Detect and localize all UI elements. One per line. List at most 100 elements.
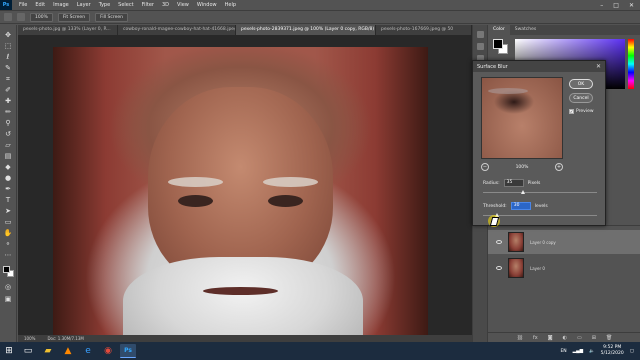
scroll-all-icon[interactable]	[17, 13, 25, 21]
link-icon[interactable]: ⛓	[517, 335, 523, 341]
hue-slider[interactable]	[628, 39, 634, 89]
fit-screen-button[interactable]: Fit Screen	[57, 12, 91, 22]
ok-button[interactable]: OK	[569, 79, 593, 89]
mask-icon[interactable]: ◙	[548, 335, 553, 341]
file-explorer-icon[interactable]: ▰	[40, 344, 56, 358]
screen-mode-icon[interactable]: ▣	[3, 295, 13, 303]
minimize-button[interactable]: –	[600, 2, 603, 9]
cancel-button[interactable]: Cancel	[569, 93, 593, 103]
task-view-icon[interactable]: ▭	[20, 344, 36, 358]
threshold-input[interactable]: 30	[510, 202, 531, 210]
brush-tool-icon[interactable]: ✏	[3, 108, 13, 116]
type-tool-icon[interactable]: T	[3, 196, 13, 204]
panel-toggle-icon[interactable]	[477, 31, 484, 38]
zoom-out-icon[interactable]: −	[481, 163, 489, 171]
visibility-eye-icon[interactable]	[496, 240, 502, 244]
radius-input[interactable]: 35	[503, 179, 524, 187]
notifications-icon[interactable]: ▢	[630, 349, 634, 354]
tray-network-icon[interactable]: ▂▄▆	[573, 349, 583, 354]
radius-slider-knob[interactable]	[520, 190, 525, 194]
trash-icon[interactable]: 🗑	[606, 335, 612, 341]
menu-view[interactable]: View	[173, 2, 193, 8]
history-brush-tool-icon[interactable]: ↺	[3, 130, 13, 138]
eyedropper-tool-icon[interactable]: ✐	[3, 86, 13, 94]
preview-checkbox[interactable]: ✓	[569, 109, 574, 114]
menu-layer[interactable]: Layer	[73, 2, 95, 8]
language-indicator[interactable]: EN	[560, 349, 566, 354]
photoshop-taskbar-icon[interactable]: Ps	[120, 344, 136, 358]
preview-eyebrow	[488, 88, 528, 94]
visibility-eye-icon[interactable]	[496, 266, 502, 270]
dodge-tool-icon[interactable]: ●	[3, 174, 13, 182]
close-button[interactable]: ✕	[629, 2, 634, 9]
path-selection-tool-icon[interactable]: ➤	[3, 207, 13, 215]
fx-icon[interactable]: fx	[533, 335, 538, 341]
layer-row[interactable]: Layer 0	[488, 256, 640, 280]
hand-tool-icon[interactable]	[4, 13, 12, 21]
radius-slider[interactable]	[483, 190, 597, 194]
tab-cowboy[interactable]: cowboy-ronald-magee-cowboy-hat-hat-41668…	[118, 25, 236, 35]
dialog-titlebar[interactable]: Surface Blur ✕	[473, 61, 605, 72]
document-canvas[interactable]	[18, 35, 472, 335]
menu-image[interactable]: Image	[49, 2, 73, 8]
tray-volume-icon[interactable]: 🔈	[589, 349, 595, 354]
left-eyebrow	[168, 177, 223, 187]
threshold-slider[interactable]	[483, 213, 597, 217]
history-panel-icon[interactable]	[477, 43, 484, 50]
menu-window[interactable]: Window	[193, 2, 221, 8]
tab-color[interactable]: Color	[488, 25, 510, 35]
menu-select[interactable]: Select	[114, 2, 137, 8]
filter-preview[interactable]	[481, 77, 563, 159]
vlc-icon[interactable]: ▲	[60, 344, 76, 358]
gradient-tool-icon[interactable]: ▤	[3, 152, 13, 160]
quick-select-tool-icon[interactable]: ✎	[3, 64, 13, 72]
move-tool-icon[interactable]: ✥	[3, 31, 13, 39]
portrait-image[interactable]	[53, 47, 428, 335]
pen-tool-icon[interactable]: ✒	[3, 185, 13, 193]
menu-3d[interactable]: 3D	[158, 2, 173, 8]
clone-stamp-tool-icon[interactable]: ⚲	[3, 119, 13, 127]
chrome-icon[interactable]: ◉	[100, 344, 116, 358]
zoom-value-field[interactable]: 100%	[30, 12, 53, 22]
menu-type[interactable]: Type	[95, 2, 114, 8]
tab-swatches[interactable]: Swatches	[510, 25, 542, 35]
windows-start-icon[interactable]: ⊞	[0, 342, 18, 360]
crop-tool-icon[interactable]: ⌗	[3, 75, 13, 83]
menu-file[interactable]: File	[15, 2, 31, 8]
more-tools-icon[interactable]: ⋯	[3, 251, 13, 259]
blur-tool-icon[interactable]: ◆	[3, 163, 13, 171]
menu-edit[interactable]: Edit	[31, 2, 49, 8]
eraser-tool-icon[interactable]: ▱	[3, 141, 13, 149]
menu-help[interactable]: Help	[221, 2, 240, 8]
threshold-unit: levels	[534, 203, 548, 209]
shape-tool-icon[interactable]: ▭	[3, 218, 13, 226]
zoom-tool-icon[interactable]: ⚬	[3, 240, 13, 248]
tab-pexels-photo-2839371[interactable]: pexels-photo-2839371.jpeg @ 100% (Layer …	[236, 25, 376, 35]
preview-zoom-level: 100%	[515, 164, 529, 170]
fill-screen-button[interactable]: Fill Screen	[95, 12, 128, 22]
layer-name[interactable]: Layer 0	[530, 266, 545, 271]
maximize-button[interactable]: □	[613, 2, 619, 9]
dialog-close-icon[interactable]: ✕	[596, 63, 601, 70]
foreground-color-swatch[interactable]	[3, 266, 10, 273]
adjustment-icon[interactable]: ◐	[563, 335, 567, 341]
folder-icon[interactable]: ▭	[577, 335, 582, 341]
preview-checkbox-row[interactable]: ✓ Preview	[569, 109, 594, 114]
quick-mask-icon[interactable]: ◎	[3, 283, 13, 291]
zoom-in-icon[interactable]: +	[555, 163, 563, 171]
menu-filter[interactable]: Filter	[138, 2, 158, 8]
healing-brush-tool-icon[interactable]: ✚	[3, 97, 13, 105]
tab-pexels-photo-167669[interactable]: pexels-photo-167669.jpeg @ 50	[376, 25, 472, 35]
color-panel-foreground-swatch[interactable]	[493, 39, 503, 49]
hand-tool-icon[interactable]: ✋	[3, 229, 13, 237]
layers-panel: Layer 0 copy Layer 0 ⛓ fx ◙ ◐ ▭ ⊞ 🗑	[488, 225, 640, 342]
clock[interactable]: 9:52 PM 5/12/2020	[601, 345, 624, 357]
layer-name[interactable]: Layer 0 copy	[530, 240, 556, 245]
status-zoom[interactable]: 100%	[24, 336, 35, 341]
edge-icon[interactable]: e	[80, 344, 96, 358]
tab-pexels-photo[interactable]: pexels-photo.jpg @ 133% (Layer 0, R...	[18, 25, 118, 35]
lasso-tool-icon[interactable]: ℓ	[3, 53, 13, 61]
new-layer-icon[interactable]: ⊞	[592, 335, 596, 341]
layer-row[interactable]: Layer 0 copy	[488, 230, 640, 254]
marquee-tool-icon[interactable]: ⬚	[3, 42, 13, 50]
